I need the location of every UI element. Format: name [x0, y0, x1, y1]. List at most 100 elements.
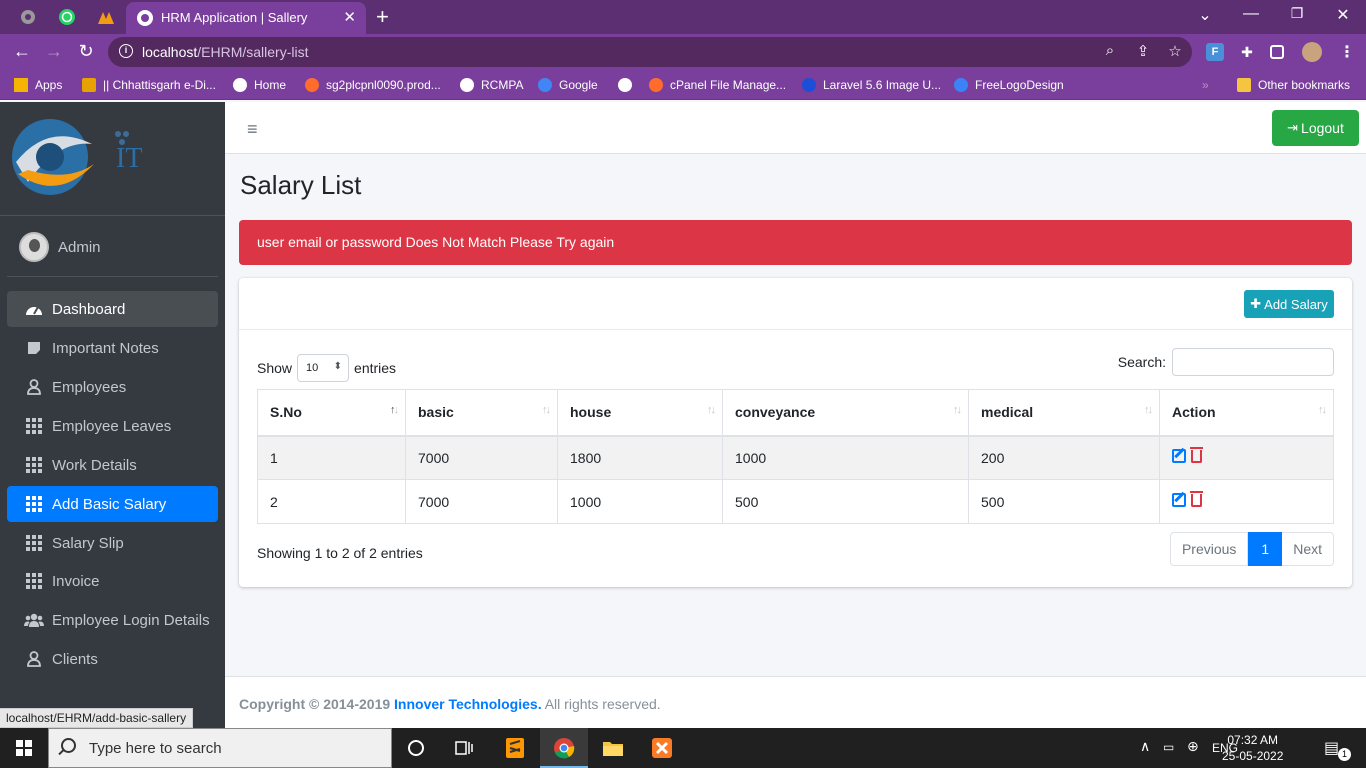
menu-kebab-icon[interactable]: ⋮	[1338, 43, 1356, 61]
side-panel-icon[interactable]	[1270, 45, 1284, 59]
entries-select[interactable]: 10	[297, 354, 350, 382]
sidebar: IT Admin Dashboard Important Notes Emplo…	[0, 102, 225, 728]
delete-icon[interactable]	[1190, 490, 1203, 507]
close-window-button[interactable]: ✕	[1328, 5, 1358, 25]
page-1-button[interactable]: 1	[1248, 532, 1283, 566]
chrome-icon[interactable]	[552, 736, 576, 760]
sidebar-item-add-basic-salary[interactable]: Add Basic Salary	[7, 486, 218, 522]
grid-icon	[24, 534, 44, 552]
edit-icon[interactable]	[1172, 493, 1186, 507]
bookmarks-bar: Apps || Chhattisgarh e-Di... Home sg2plc…	[0, 70, 1366, 100]
cell-action	[1159, 435, 1334, 480]
column-header-sno[interactable]: S.No ↑↓	[257, 389, 406, 437]
other-bookmarks[interactable]: Other bookmarks	[1237, 76, 1350, 94]
active-tab[interactable]: HRM Application | Sallery ✕	[126, 2, 366, 34]
pinned-tab-icon-2[interactable]	[96, 7, 116, 27]
extension-icon[interactable]: F	[1206, 43, 1224, 61]
column-header-action[interactable]: Action ↑↓	[1159, 389, 1334, 437]
edit-icon[interactable]	[1172, 449, 1186, 464]
bookmark-freelogodesign[interactable]: FreeLogoDesign	[954, 76, 1064, 94]
notification-icon[interactable]: ▤	[1324, 738, 1339, 758]
next-page-button[interactable]: Next	[1282, 532, 1334, 566]
previous-page-button[interactable]: Previous	[1169, 532, 1249, 566]
close-tab-icon[interactable]: ✕	[343, 8, 356, 26]
reload-button[interactable]: ↻	[74, 41, 98, 62]
clock-date: 25-05-2022	[1222, 749, 1284, 763]
brand-link[interactable]: Innover Technologies.	[394, 696, 542, 712]
logout-button[interactable]: ⇥ Logout	[1272, 110, 1359, 146]
innover-logo[interactable]: IT	[8, 112, 198, 207]
taskbar-search[interactable]: Type here to search	[48, 728, 392, 768]
pinned-tab-icon[interactable]	[18, 7, 38, 27]
folder-icon	[1237, 78, 1251, 92]
sidebar-item-clients[interactable]: Clients	[7, 641, 218, 677]
bookmark-google[interactable]: Google	[538, 76, 598, 94]
sidebar-item-invoice[interactable]: Invoice	[7, 563, 218, 599]
bookmark-home[interactable]: Home	[233, 76, 286, 94]
sidebar-item-work-details[interactable]: Work Details	[7, 447, 218, 483]
bookmark-laravel[interactable]: Laravel 5.6 Image U...	[802, 76, 941, 94]
whatsapp-tab-icon[interactable]	[57, 7, 77, 27]
sidebar-item-label: Important Notes	[52, 339, 159, 357]
task-view-icon[interactable]	[452, 736, 476, 760]
minimize-button[interactable]: —	[1236, 5, 1266, 23]
sidebar-item-label: Add Basic Salary	[52, 495, 167, 513]
sidebar-item-dashboard[interactable]: Dashboard	[7, 291, 218, 327]
file-explorer-icon[interactable]	[601, 736, 625, 760]
column-header-medical[interactable]: medical ↑↓	[968, 389, 1160, 437]
bookmarks-overflow-icon[interactable]: »	[1202, 76, 1209, 94]
bookmark-star-icon[interactable]: ☆	[1165, 42, 1185, 60]
tab-title: HRM Application | Sallery	[161, 10, 308, 25]
search-placeholder: Type here to search	[89, 740, 222, 757]
sidebar-item-employee-login-details[interactable]: Employee Login Details	[7, 602, 218, 638]
sidebar-divider	[0, 215, 225, 216]
page-title: Salary List	[240, 170, 362, 200]
sort-icon: ↑↓	[1144, 404, 1153, 416]
sidebar-item-employees[interactable]: Employees	[7, 369, 218, 405]
add-salary-button[interactable]: ✚ Add Salary	[1244, 290, 1334, 318]
user-panel[interactable]: Admin	[19, 232, 101, 262]
sidebar-item-important-notes[interactable]: Important Notes	[7, 330, 218, 366]
delete-icon[interactable]	[1190, 446, 1203, 463]
address-bar[interactable]: i localhost/EHRM/sallery-list ⌕ ⇪ ☆	[108, 37, 1192, 67]
bookmark-globe[interactable]	[618, 76, 639, 94]
cell-medical: 200	[968, 435, 1160, 480]
network-globe-icon[interactable]: ⊕	[1187, 738, 1199, 755]
windows-start-icon[interactable]	[16, 740, 32, 756]
column-header-house[interactable]: house ↑↓	[557, 389, 723, 437]
xampp-icon[interactable]	[650, 736, 674, 760]
sidebar-item-label: Employee Login Details	[52, 611, 210, 629]
profile-avatar-icon[interactable]	[1302, 42, 1322, 62]
forward-button[interactable]: →	[42, 41, 66, 62]
tray-chevron-icon[interactable]: ∧	[1140, 738, 1150, 755]
column-header-conveyance[interactable]: conveyance ↑↓	[722, 389, 969, 437]
sidebar-divider	[7, 276, 218, 277]
back-button[interactable]: ←	[10, 41, 34, 62]
bookmark-cpanel-server[interactable]: sg2plcpnl0090.prod...	[305, 76, 441, 94]
column-header-basic[interactable]: basic ↑↓	[405, 389, 558, 437]
grid-icon	[24, 572, 44, 590]
site-info-icon[interactable]: i	[119, 44, 133, 58]
bookmark-cpanel-file-manager[interactable]: cPanel File Manage...	[649, 76, 786, 94]
sublime-text-icon[interactable]	[503, 736, 527, 760]
grid-icon	[24, 456, 44, 474]
table-row: 1 7000 1800 1000 200	[257, 435, 1334, 480]
battery-icon[interactable]: ▭	[1163, 740, 1174, 754]
zoom-icon[interactable]: ⌕	[1100, 42, 1120, 59]
tab-search-icon[interactable]: ⌄	[1190, 5, 1220, 25]
maximize-button[interactable]: ❐	[1282, 5, 1312, 22]
bookmark-apps[interactable]: Apps	[14, 76, 62, 94]
share-icon[interactable]: ⇪	[1133, 42, 1153, 60]
extensions-puzzle-icon[interactable]: ✚	[1238, 43, 1256, 61]
sidebar-item-employee-leaves[interactable]: Employee Leaves	[7, 408, 218, 444]
new-tab-button[interactable]: +	[376, 4, 389, 30]
bookmark-rcmpa[interactable]: RCMPA	[460, 76, 523, 94]
sidebar-item-salary-slip[interactable]: Salary Slip	[7, 525, 218, 561]
notification-count-badge: 1	[1338, 748, 1351, 761]
cortana-icon[interactable]	[404, 736, 428, 760]
bookmark-chhattisgarh[interactable]: || Chhattisgarh e-Di...	[82, 76, 216, 94]
search-input[interactable]	[1172, 348, 1334, 376]
cell-basic: 7000	[405, 479, 558, 524]
hamburger-menu-icon[interactable]: ≡	[247, 119, 258, 140]
clock[interactable]: 07:32 AM 25-05-2022	[1222, 732, 1283, 764]
